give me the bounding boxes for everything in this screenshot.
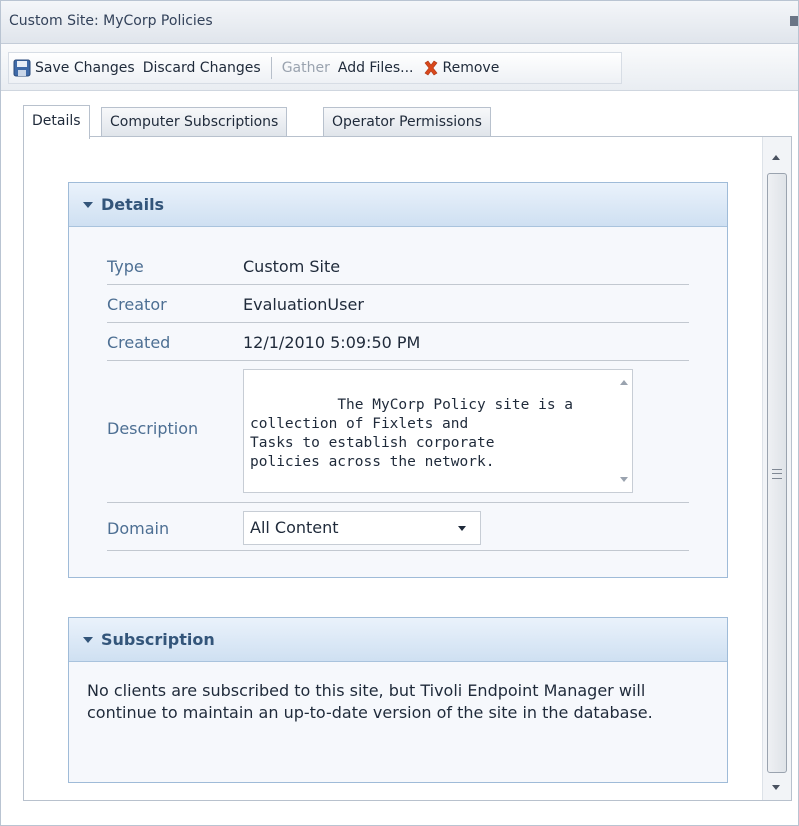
creator-row: Creator EvaluationUser (107, 285, 689, 323)
subscription-heading: Subscription (101, 630, 215, 649)
description-field[interactable]: The MyCorp Policy site is a collection o… (243, 369, 633, 493)
vertical-scrollbar[interactable] (762, 137, 791, 800)
scroll-up-icon[interactable] (772, 155, 780, 160)
gather-label: Gather (281, 60, 330, 76)
details-tab-content: Details Type Custom Site Creator Evaluat… (23, 136, 792, 801)
scroll-down-icon[interactable] (772, 785, 780, 790)
title-bar: Custom Site: MyCorp Policies (1, 1, 798, 44)
tab-operator-permissions[interactable]: Operator Permissions (323, 107, 491, 137)
discard-changes-label: Discard Changes (142, 60, 261, 76)
window-title: Custom Site: MyCorp Policies (9, 13, 213, 29)
gather-button[interactable]: Gather (278, 54, 334, 82)
description-value: The MyCorp Policy site is a collection o… (250, 397, 574, 470)
remove-button[interactable]: Remove (418, 54, 504, 82)
domain-dropdown[interactable]: All Content (243, 511, 481, 545)
collapse-caret-icon[interactable] (83, 201, 93, 208)
window-control-icon[interactable] (790, 16, 798, 26)
created-value: 12/1/2010 5:09:50 PM (243, 333, 421, 352)
type-value: Custom Site (243, 257, 341, 276)
details-panel: Details Type Custom Site Creator Evaluat… (68, 182, 728, 578)
creator-value: EvaluationUser (243, 295, 364, 314)
creator-label: Creator (107, 295, 167, 314)
created-label: Created (107, 333, 171, 352)
domain-selected-value: All Content (250, 518, 339, 537)
domain-label: Domain (107, 519, 170, 538)
type-row: Type Custom Site (107, 245, 689, 285)
details-panel-header[interactable]: Details (69, 183, 727, 227)
remove-x-icon (424, 60, 437, 76)
subscription-panel-header[interactable]: Subscription (69, 618, 727, 662)
subscription-panel: Subscription No clients are subscribed t… (68, 617, 728, 783)
add-files-label: Add Files... (337, 60, 414, 76)
site-window: Custom Site: MyCorp Policies Save Change… (0, 0, 799, 826)
save-changes-label: Save Changes (35, 60, 135, 76)
scroll-up-icon[interactable] (620, 380, 628, 385)
description-row: Description The MyCorp Policy site is a … (107, 361, 689, 503)
type-label: Type (107, 257, 144, 276)
subscription-message: No clients are subscribed to this site, … (87, 681, 653, 722)
tab-computer-subscriptions[interactable]: Computer Subscriptions (101, 107, 288, 137)
scroll-down-icon[interactable] (620, 477, 628, 482)
remove-label: Remove (442, 60, 500, 76)
domain-row: Domain All Content (107, 503, 689, 551)
scroll-thumb[interactable] (767, 173, 787, 773)
tab-details[interactable]: Details (23, 105, 90, 139)
description-scrollbar[interactable] (616, 370, 632, 492)
save-changes-button[interactable]: Save Changes (9, 54, 139, 82)
add-files-button[interactable]: Add Files... (334, 54, 418, 82)
save-icon (13, 59, 31, 77)
created-row: Created 12/1/2010 5:09:50 PM (107, 323, 689, 361)
grip-icon (772, 469, 782, 479)
collapse-caret-icon[interactable] (83, 636, 93, 643)
toolbar-separator (270, 57, 272, 79)
discard-changes-button[interactable]: Discard Changes (139, 54, 265, 82)
description-label: Description (107, 419, 199, 438)
chevron-down-icon (458, 526, 466, 531)
toolbar-group: Save Changes Discard Changes Gather Add … (8, 52, 622, 84)
toolbar: Save Changes Discard Changes Gather Add … (1, 44, 798, 91)
details-heading: Details (101, 195, 165, 214)
